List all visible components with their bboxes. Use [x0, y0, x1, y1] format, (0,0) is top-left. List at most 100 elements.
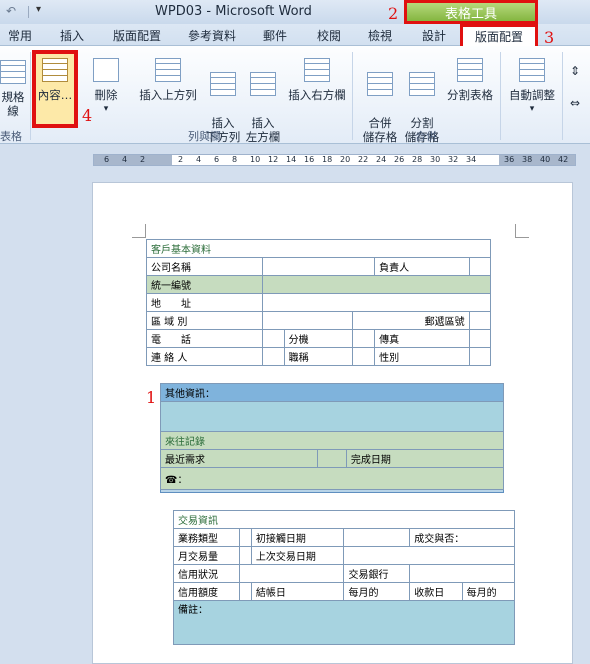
contact-label: 連 絡 人 [145, 347, 264, 366]
annotation-2: 2 [388, 4, 399, 23]
fax-label: 傳真 [374, 329, 470, 348]
insert-right-icon [304, 58, 330, 82]
other-info-table[interactable]: 其他資訊： 來往記錄 最近需求 完成日期 ☎： [159, 383, 505, 490]
insert-left-icon [250, 72, 276, 96]
zip-label: 郵遞區號 [352, 311, 470, 330]
ruler-tick: 10 [250, 155, 261, 164]
ext-cell[interactable] [352, 329, 376, 348]
ruler-tick: 32 [448, 155, 459, 164]
done-date-label: 完成日期 [345, 449, 505, 468]
properties-button[interactable]: 內容… [34, 58, 76, 102]
ruler-tick: 6 [214, 155, 220, 164]
first-date-label: 初接觸日期 [250, 528, 345, 547]
phone-cell[interactable] [262, 329, 285, 348]
owner-cell[interactable] [468, 257, 492, 276]
type-label: 業務類型 [173, 528, 240, 547]
gender-cell[interactable] [468, 347, 492, 366]
table-tools-context-tab: 表格工具 [404, 0, 538, 24]
company-cell[interactable] [262, 257, 376, 276]
zip-cell[interactable] [468, 311, 492, 330]
annotation-3: 3 [544, 28, 555, 47]
insert-row-above-button[interactable]: 插入上方列 [137, 58, 199, 102]
group-separator [500, 52, 501, 140]
quick-access-dropdown-icon[interactable]: ▾ [36, 4, 41, 15]
tab-page-layout[interactable]: 版面配置 [113, 27, 161, 44]
autofit-icon [519, 58, 545, 82]
group-separator [30, 52, 31, 140]
ruler-tick: 24 [376, 155, 387, 164]
trade-heading: 交易資訊 [173, 510, 515, 529]
last-date-cell[interactable] [343, 546, 515, 565]
ruler-tick: 20 [340, 155, 351, 164]
ruler-tick: 34 [466, 155, 477, 164]
customer-table[interactable]: 客戶基本資料 公司名稱 負責人 統一編號 地 址 區 域 別 郵遞區號 電 話 … [145, 239, 492, 366]
view-gridlines-button[interactable]: 規格線 [0, 60, 30, 118]
ruler-tick: 38 [522, 155, 533, 164]
tab-review[interactable]: 校閱 [317, 27, 341, 44]
merge-cells-button[interactable]: 合併 儲存格 [360, 58, 400, 144]
other-info-cell[interactable] [160, 401, 504, 432]
type-cell[interactable] [238, 528, 252, 547]
closed-label: 成交與否： [409, 528, 515, 547]
other-heading: 其他資訊： [160, 383, 504, 402]
insert-below-icon [210, 72, 236, 96]
ruler-tick: 12 [268, 155, 279, 164]
title-cell[interactable] [352, 347, 376, 366]
ruler-tick: 36 [504, 155, 515, 164]
remark-cell[interactable]: 備註： [173, 600, 515, 645]
horizontal-ruler[interactable]: 6 4 2 2 4 6 8 10 12 14 16 18 20 22 24 26… [93, 154, 576, 166]
insert-col-left-button[interactable]: 插入 左方欄 [243, 58, 283, 144]
group-separator [352, 52, 353, 140]
bank-cell[interactable] [409, 564, 515, 583]
properties-label: 內容… [37, 88, 73, 102]
fax-cell[interactable] [468, 329, 492, 348]
tab-mailings[interactable]: 郵件 [263, 27, 287, 44]
undo-icon[interactable]: ↶ [6, 4, 16, 18]
limit-cell[interactable] [238, 582, 252, 601]
delete-button[interactable]: 刪除 ▾ [88, 58, 124, 116]
trade-table[interactable]: 交易資訊 業務類型 初接觸日期 成交與否： 月交易量 上次交易日期 信用狀況 交… [173, 510, 516, 645]
merge-cells-icon [367, 72, 393, 96]
autofit-button[interactable]: 自動調整 ▾ [506, 58, 558, 116]
owner-label: 負責人 [374, 257, 470, 276]
window-title: WPD03 - Microsoft Word [155, 4, 312, 19]
tab-view[interactable]: 檢視 [368, 27, 392, 44]
table-properties-icon [42, 58, 68, 82]
customer-heading: 客戶基本資料 [146, 239, 491, 258]
ruler-tick: 28 [412, 155, 423, 164]
quick-access-separator [28, 6, 29, 18]
group-label-merge: 合併 [415, 130, 437, 143]
first-date-cell[interactable] [343, 528, 411, 547]
col-width-icon[interactable]: ⇔ [570, 96, 580, 110]
autofit-label: 自動調整 [509, 88, 555, 102]
district-cell[interactable] [262, 311, 354, 330]
row-height-icon[interactable]: ⇕ [570, 64, 580, 78]
ruler-tick: 18 [322, 155, 333, 164]
last-date-label: 上次交易日期 [250, 546, 345, 565]
group-separator [562, 52, 563, 140]
tax-id-cell[interactable] [262, 275, 491, 294]
address-cell[interactable] [262, 293, 491, 312]
split-table-icon [457, 58, 483, 82]
insert-col-right-button[interactable]: 插入右方欄 [286, 58, 348, 102]
merge-cells-label: 合併 儲存格 [362, 116, 398, 144]
tab-design[interactable]: 設計 [422, 27, 446, 44]
tab-home[interactable]: 常用 [8, 27, 32, 44]
contact-cell[interactable] [262, 347, 285, 366]
ext-label: 分機 [283, 329, 354, 348]
credit-cell[interactable] [238, 564, 345, 583]
ruler-tick: 40 [540, 155, 551, 164]
split-table-button[interactable]: 分割表格 [444, 58, 496, 102]
bill-day-label: 結帳日 [250, 582, 345, 601]
tab-insert[interactable]: 插入 [60, 27, 84, 44]
monthly-cell[interactable] [238, 546, 252, 565]
bill-monthly-label: 每月的 [343, 582, 411, 601]
chevron-down-icon: ▾ [103, 104, 109, 114]
split-table-label: 分割表格 [447, 88, 493, 102]
split-cells-icon [409, 72, 435, 96]
tab-references[interactable]: 參考資料 [188, 27, 236, 44]
group-label-table: 表格 [0, 130, 22, 143]
ruler-tick: 16 [304, 155, 315, 164]
recent-need-cell[interactable] [317, 449, 347, 468]
gender-label: 性別 [374, 347, 470, 366]
